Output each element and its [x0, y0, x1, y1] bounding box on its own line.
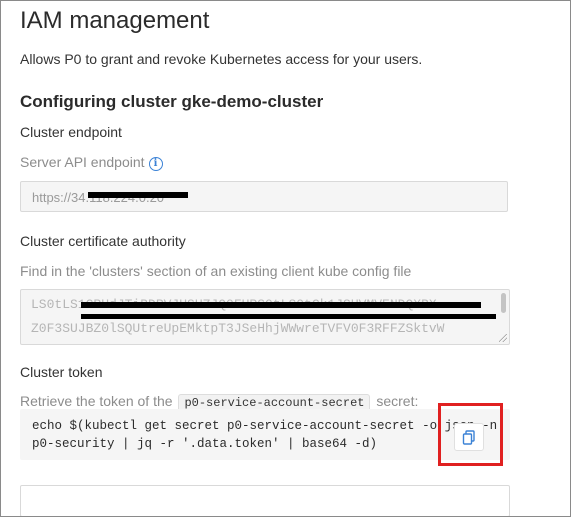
endpoint-label: Cluster endpoint	[20, 124, 122, 140]
redaction-bar	[81, 314, 496, 319]
textarea-scrollbar[interactable]	[501, 293, 506, 313]
certificate-label: Cluster certificate authority	[20, 233, 186, 249]
endpoint-help-text: Server API endpoint	[20, 154, 145, 170]
page-description: Allows P0 to grant and revoke Kubernetes…	[20, 51, 423, 67]
section-title: Configuring cluster gke-demo-cluster	[20, 92, 324, 111]
endpoint-help: Server API endpoint i	[20, 154, 163, 171]
command-line-2: p0-security | jq -r '.data.token' | base…	[32, 437, 378, 451]
next-input[interactable]	[20, 485, 510, 516]
endpoint-input[interactable]: https://34.118.224.0.20	[20, 181, 508, 212]
token-help-prefix: Retrieve the token of the	[20, 393, 173, 409]
token-help-suffix: secret:	[376, 393, 419, 409]
token-command-block: echo $(kubectl get secret p0-service-acc…	[20, 409, 510, 460]
certificate-textarea[interactable]: LS0tLS1CRUdJTiBDRVJUSUZJQ0FURS0tLS0tCk1J…	[20, 289, 510, 345]
redaction-bar	[81, 302, 481, 308]
page-title: IAM management	[20, 7, 210, 34]
info-icon[interactable]: i	[148, 157, 163, 171]
highlight-box	[438, 403, 503, 466]
certificate-help: Find in the 'clusters' section of an exi…	[20, 263, 412, 279]
iam-management-panel: IAM management Allows P0 to grant and re…	[0, 0, 571, 517]
command-line-1: echo $(kubectl get secret p0-service-acc…	[32, 419, 498, 433]
redaction-bar	[88, 192, 188, 198]
resize-handle[interactable]	[499, 334, 507, 342]
certificate-line-2: Z0F3SUJBZ0lSQUtreUpEMktpT3JSeHhjWWwreTVF…	[31, 321, 445, 336]
token-label: Cluster token	[20, 364, 103, 380]
